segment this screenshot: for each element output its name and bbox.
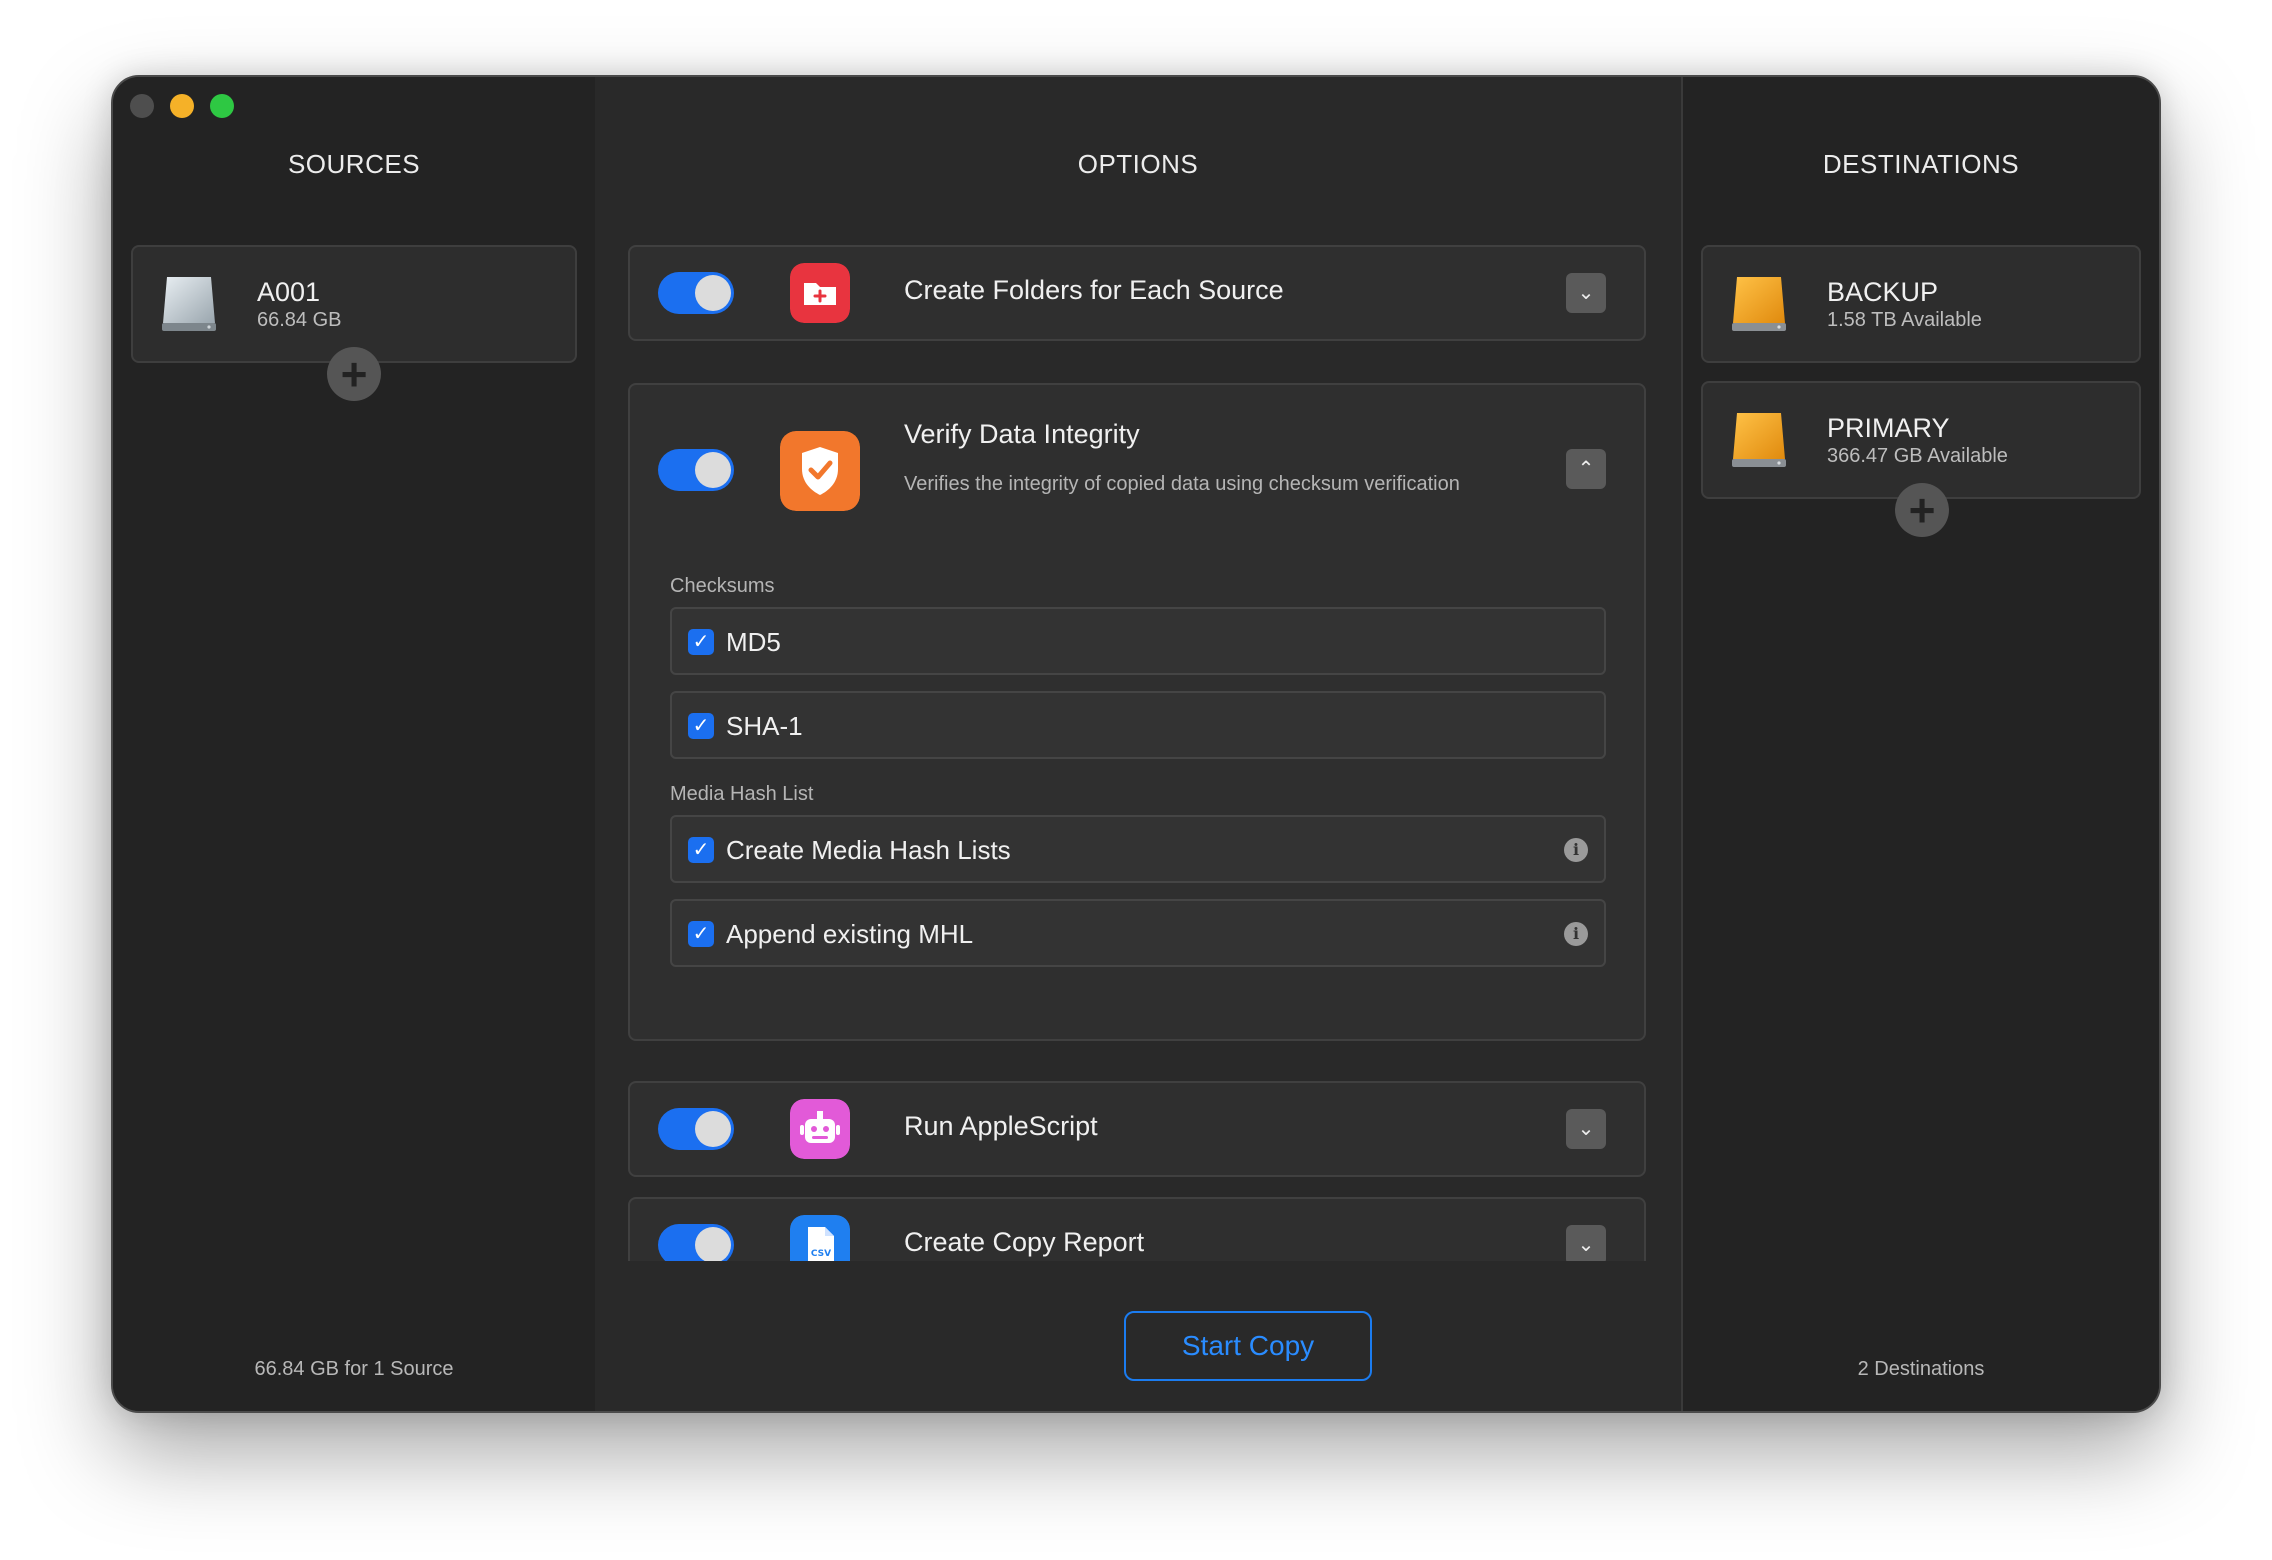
verify-integrity-toggle[interactable] xyxy=(658,449,734,491)
option-create-copy-report: CSV Create Copy Report ⌄ xyxy=(628,1197,1646,1261)
sha1-checkbox[interactable]: ✓ xyxy=(688,713,714,739)
options-panel: OPTIONS Create Folders for Each Source ⌄ xyxy=(595,77,1681,1411)
destination-drive-name: PRIMARY xyxy=(1827,413,1950,443)
destination-drive-available: 366.47 GB Available xyxy=(1827,445,2008,467)
create-report-title: Create Copy Report xyxy=(904,1227,1145,1257)
destinations-footer: 2 Destinations xyxy=(1857,1358,1985,1380)
options-list[interactable]: Create Folders for Each Source ⌄ Verify … xyxy=(595,77,1681,1261)
destination-drive-card[interactable]: PRIMARY 366.47 GB Available xyxy=(1701,381,2141,499)
add-source-button[interactable]: + xyxy=(327,347,381,401)
source-drive-name: A001 xyxy=(257,277,321,307)
append-mhl-row[interactable]: ✓ Append existing MHL i xyxy=(670,899,1606,967)
info-icon[interactable]: i xyxy=(1564,838,1588,862)
info-icon[interactable]: i xyxy=(1564,922,1588,946)
media-hash-list-label: Media Hash List xyxy=(670,783,814,805)
sources-title: SOURCES xyxy=(287,149,421,179)
zoom-window-button[interactable] xyxy=(210,94,234,118)
add-destination-button[interactable]: + xyxy=(1895,483,1949,537)
start-copy-button[interactable]: Start Copy xyxy=(1124,1311,1372,1381)
destinations-title: DESTINATIONS xyxy=(1822,149,2020,179)
destination-drive-name: BACKUP xyxy=(1827,277,1939,307)
verify-integrity-title: Verify Data Integrity xyxy=(904,419,1140,449)
external-disk-icon xyxy=(1732,277,1786,331)
create-report-toggle[interactable] xyxy=(658,1224,734,1261)
create-mhl-label: Create Media Hash Lists xyxy=(726,835,1011,865)
expand-chevron-down-icon[interactable]: ⌄ xyxy=(1566,273,1606,313)
collapse-chevron-up-icon[interactable]: ⌃ xyxy=(1566,449,1606,489)
create-folders-title: Create Folders for Each Source xyxy=(904,275,1284,305)
shield-check-icon xyxy=(780,431,860,511)
destination-drive-available: 1.58 TB Available xyxy=(1827,309,1982,331)
sources-footer: 66.84 GB for 1 Source xyxy=(254,1358,454,1380)
sources-panel: SOURCES A001 66.84 GB + 66.84 GB for 1 S… xyxy=(113,77,597,1411)
option-create-folders: Create Folders for Each Source ⌄ xyxy=(628,245,1646,341)
expand-chevron-down-icon[interactable]: ⌄ xyxy=(1566,1109,1606,1149)
option-verify-data-integrity: Verify Data Integrity Verifies the integ… xyxy=(628,383,1646,1041)
source-drive-card[interactable]: A001 66.84 GB xyxy=(131,245,577,363)
md5-checkbox[interactable]: ✓ xyxy=(688,629,714,655)
svg-text:CSV: CSV xyxy=(811,1249,831,1259)
app-window: SOURCES A001 66.84 GB + 66.84 GB for 1 S… xyxy=(111,75,2161,1413)
internal-disk-icon xyxy=(162,277,216,331)
destinations-panel: DESTINATIONS BACKUP 1.58 TB Available PR… xyxy=(1681,77,2159,1411)
external-disk-icon xyxy=(1732,413,1786,467)
csv-document-icon: CSV xyxy=(790,1215,850,1261)
checksum-md5-row[interactable]: ✓ MD5 xyxy=(670,607,1606,675)
minimize-window-button[interactable] xyxy=(170,94,194,118)
append-mhl-checkbox[interactable]: ✓ xyxy=(688,921,714,947)
destination-drive-card[interactable]: BACKUP 1.58 TB Available xyxy=(1701,245,2141,363)
folder-plus-icon xyxy=(790,263,850,323)
run-applescript-toggle[interactable] xyxy=(658,1108,734,1150)
source-drive-size: 66.84 GB xyxy=(257,309,342,331)
create-mhl-checkbox[interactable]: ✓ xyxy=(688,837,714,863)
checksum-sha1-row[interactable]: ✓ SHA-1 xyxy=(670,691,1606,759)
expand-chevron-down-icon[interactable]: ⌄ xyxy=(1566,1225,1606,1261)
close-window-button[interactable] xyxy=(130,94,154,118)
create-folders-toggle[interactable] xyxy=(658,272,734,314)
append-mhl-label: Append existing MHL xyxy=(726,919,974,949)
checksums-label: Checksums xyxy=(670,575,775,597)
option-run-applescript: Run AppleScript ⌄ xyxy=(628,1081,1646,1177)
run-applescript-title: Run AppleScript xyxy=(904,1111,1098,1141)
create-mhl-row[interactable]: ✓ Create Media Hash Lists i xyxy=(670,815,1606,883)
robot-icon xyxy=(790,1099,850,1159)
window-controls xyxy=(130,94,234,118)
sha1-label: SHA-1 xyxy=(726,711,803,741)
verify-integrity-description: Verifies the integrity of copied data us… xyxy=(904,473,1460,495)
md5-label: MD5 xyxy=(726,627,781,657)
